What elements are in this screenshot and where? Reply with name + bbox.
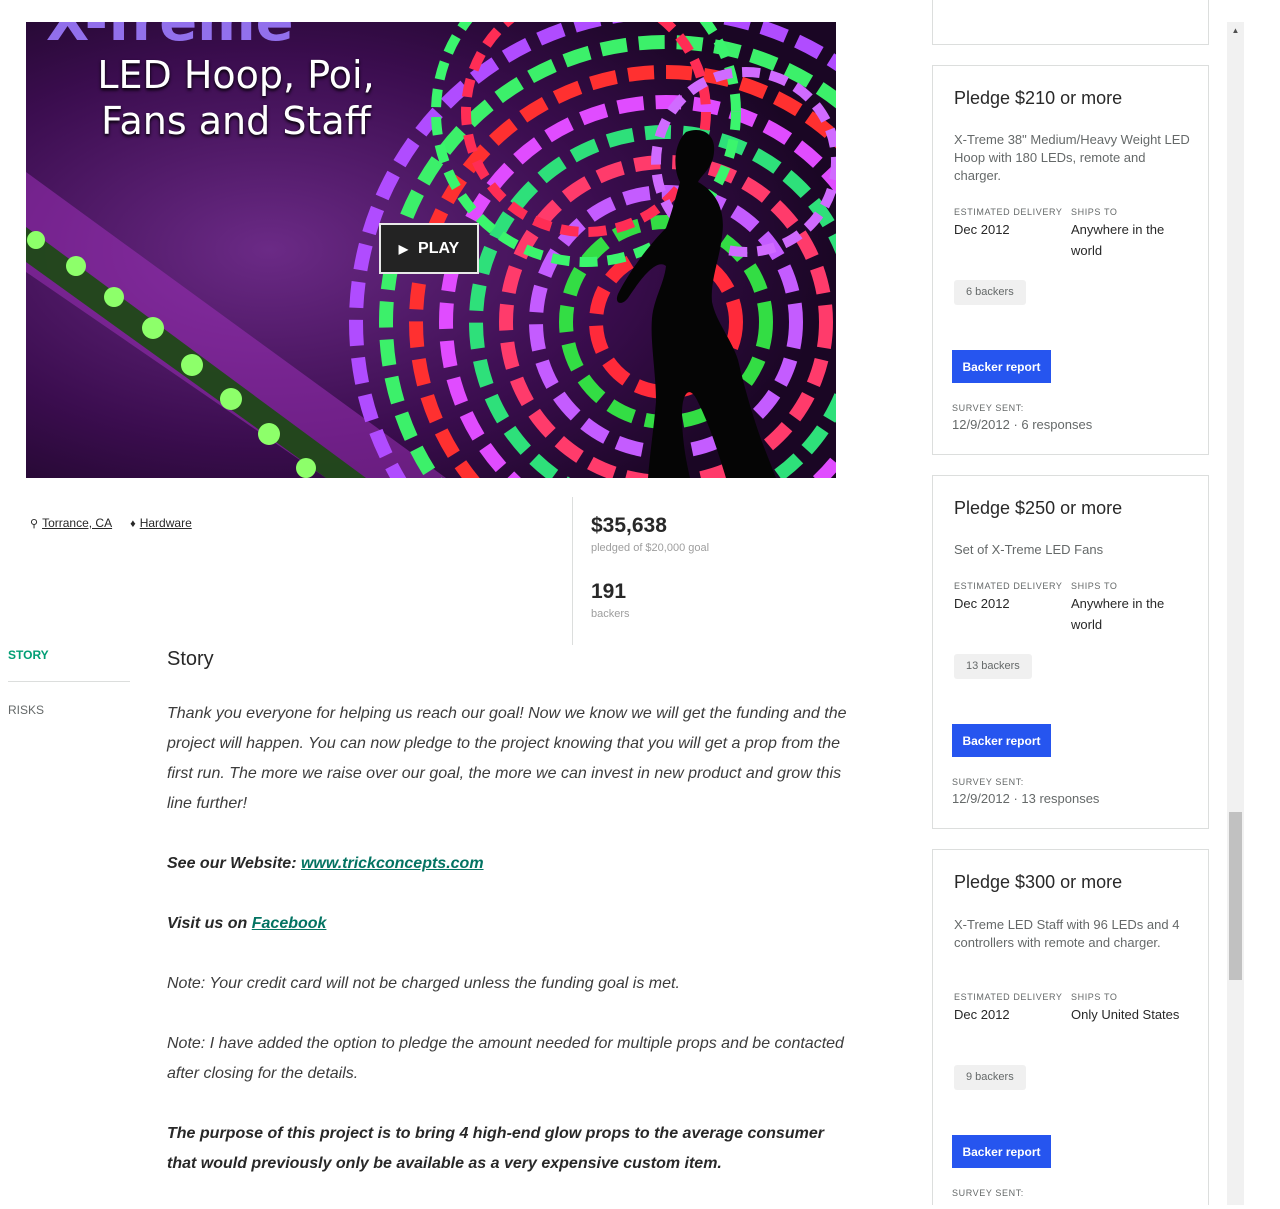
reward-card[interactable]: Pledge $300 or more X-Treme LED Staff wi…	[932, 849, 1209, 1205]
ships-label: SHIPS TO	[1071, 581, 1118, 591]
backers-label: backers	[591, 608, 630, 620]
project-video[interactable]: X-Treme LED Hoop, Poi, Fans and Staff ▶ …	[26, 22, 836, 478]
facebook-line: Visit us on Facebook	[167, 909, 847, 939]
backer-report-button[interactable]: Backer report	[952, 350, 1051, 383]
stats-divider	[572, 497, 573, 645]
tag-icon: ♦	[130, 518, 136, 530]
scroll-up-arrow-icon[interactable]: ▲	[1227, 22, 1244, 39]
story-heading: Story	[167, 648, 214, 670]
ships-label: SHIPS TO	[1071, 207, 1118, 217]
play-label: PLAY	[418, 239, 460, 257]
pledged-amount: $35,638	[591, 514, 667, 537]
purpose-paragraph: The purpose of this project is to bring …	[167, 1125, 824, 1172]
delivery-value: Dec 2012	[954, 1007, 1010, 1022]
reward-title: Pledge $210 or more	[954, 88, 1123, 108]
backers-badge: 6 backers	[954, 280, 1026, 305]
note-multiple-props: Note: I have added the option to pledge …	[167, 1035, 844, 1082]
reward-card-previous[interactable]	[932, 0, 1209, 45]
story-paragraph: Thank you everyone for helping us reach …	[167, 705, 847, 812]
survey-label: SURVEY SENT:	[952, 777, 1024, 787]
backer-report-button[interactable]: Backer report	[952, 724, 1051, 757]
category-link[interactable]: Hardware	[140, 516, 192, 530]
svg-text:X-Treme: X-Treme	[46, 22, 294, 54]
survey-label: SURVEY SENT:	[952, 1188, 1024, 1198]
campaign-nav: STORY RISKS	[8, 647, 130, 724]
reward-title: Pledge $250 or more	[954, 498, 1123, 518]
survey-label: SURVEY SENT:	[952, 403, 1024, 413]
scrollbar-thumb[interactable]	[1229, 812, 1242, 980]
pledged-label: pledged of $20,000 goal	[591, 542, 710, 554]
website-prefix: See our Website:	[167, 855, 301, 872]
website-link[interactable]: www.trickconcepts.com	[301, 855, 484, 872]
survey-value: 12/9/2012 · 6 responses	[952, 417, 1093, 432]
reward-card[interactable]: Pledge $210 or more X-Treme 38" Medium/H…	[932, 65, 1209, 455]
reward-title: Pledge $300 or more	[954, 872, 1123, 892]
project-meta: ⚲ Torrance, CA ♦ Hardware	[30, 516, 192, 530]
backers-count: 191	[591, 580, 627, 603]
ships-value: Anywhere in the world	[1071, 596, 1165, 632]
backers-badge: 9 backers	[954, 1065, 1026, 1090]
play-button[interactable]: ▶ PLAY	[379, 223, 479, 274]
location-pin-icon: ⚲	[30, 518, 39, 530]
hero-title-line2: Fans and Staff	[101, 99, 371, 143]
page-scrollbar[interactable]	[1227, 22, 1244, 1205]
backers-stat: 191 backers	[591, 580, 630, 620]
ships-value: Only United States	[1071, 1007, 1180, 1022]
ships-label: SHIPS TO	[1071, 992, 1118, 1002]
pledged-stat: $35,638 pledged of $20,000 goal	[591, 514, 709, 554]
note-credit-card: Note: Your credit card will not be charg…	[167, 975, 680, 992]
nav-risks[interactable]: RISKS	[8, 702, 130, 724]
reward-description: Set of X-Treme LED Fans	[954, 542, 1104, 557]
delivery-value: Dec 2012	[954, 222, 1010, 237]
location-link[interactable]: Torrance, CA	[42, 516, 112, 530]
play-icon: ▶	[398, 241, 409, 256]
facebook-link[interactable]: Facebook	[252, 915, 327, 932]
hero-title-line1: LED Hoop, Poi,	[97, 53, 375, 97]
nav-story[interactable]: STORY	[8, 647, 130, 669]
survey-value: 12/9/2012 · 13 responses	[952, 791, 1100, 806]
delivery-value: Dec 2012	[954, 596, 1010, 611]
reward-card[interactable]: Pledge $250 or more Set of X-Treme LED F…	[932, 475, 1209, 829]
delivery-label: ESTIMATED DELIVERY	[954, 992, 1063, 1002]
backers-badge: 13 backers	[954, 654, 1032, 679]
delivery-label: ESTIMATED DELIVERY	[954, 207, 1063, 217]
website-line: See our Website: www.trickconcepts.com	[167, 849, 847, 879]
ships-value: Anywhere in the world	[1071, 222, 1165, 258]
reward-description: X-Treme 38" Medium/Heavy Weight LED Hoop…	[954, 132, 1190, 183]
reward-description: X-Treme LED Staff with 96 LEDs and 4 con…	[954, 917, 1180, 950]
backer-report-button[interactable]: Backer report	[952, 1135, 1051, 1168]
facebook-prefix: Visit us on	[167, 915, 252, 932]
story-section: Story Thank you everyone for helping us …	[167, 648, 847, 1209]
delivery-label: ESTIMATED DELIVERY	[954, 581, 1063, 591]
nav-divider	[8, 681, 130, 682]
